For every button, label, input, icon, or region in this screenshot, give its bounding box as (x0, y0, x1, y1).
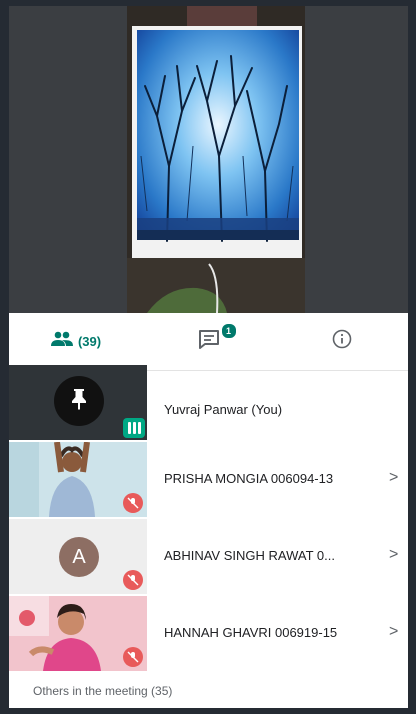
mic-muted-icon (123, 493, 143, 513)
mic-muted-icon (123, 647, 143, 667)
participant-row[interactable]: PRISHA MONGIA 006094-13 > (9, 441, 408, 518)
participant-thumbnail (9, 365, 147, 440)
side-panel-tabs: (39) 1 (9, 313, 408, 371)
meet-window: (39) 1 Yuvraj Panwar (You) PRISHA MONGIA… (9, 6, 408, 708)
screenshot-frame: (39) 1 Yuvraj Panwar (You) PRISHA MONGIA… (0, 0, 416, 714)
participant-thumbnail (9, 442, 147, 517)
participant-thumbnail: A (9, 519, 147, 594)
others-in-meeting-header: Others in the meeting (35) (33, 684, 173, 698)
mic-muted-icon (123, 570, 143, 590)
people-count: (39) (77, 334, 102, 349)
pin-icon (69, 387, 89, 416)
tab-people[interactable]: (39) (9, 313, 142, 370)
camera-feed-painting (127, 6, 305, 313)
participant-name: ABHINAV SINGH RAWAT 0... (164, 548, 335, 563)
chevron-right-icon[interactable]: > (389, 469, 398, 487)
avatar-letter: A (72, 545, 86, 568)
chat-icon-wrapper: 1 (197, 323, 237, 355)
participant-thumbnail (9, 596, 147, 671)
participant-row[interactable]: HANNAH GHAVRI 006919-15 > (9, 595, 408, 672)
main-video-stage[interactable] (9, 6, 408, 313)
tab-info[interactable] (275, 313, 408, 370)
participant-name: PRISHA MONGIA 006094-13 (164, 471, 334, 486)
chat-icon (197, 330, 221, 354)
pin-button[interactable] (54, 376, 104, 426)
participant-name: HANNAH GHAVRI 006919-15 (164, 625, 338, 640)
participant-row[interactable]: A ABHINAV SINGH RAWAT 0... > (9, 518, 408, 595)
audio-level-icon (123, 418, 145, 438)
chevron-right-icon[interactable]: > (389, 623, 398, 641)
participant-row-self[interactable]: Yuvraj Panwar (You) (9, 364, 408, 441)
painting-image (127, 6, 305, 313)
info-icon (332, 329, 352, 354)
participant-name: Yuvraj Panwar (You) (164, 402, 283, 417)
chevron-right-icon[interactable]: > (389, 546, 398, 564)
people-icon (50, 331, 74, 352)
participant-list: Yuvraj Panwar (You) PRISHA MONGIA 006094… (9, 364, 408, 672)
avatar: A (59, 537, 99, 577)
chat-unread-badge: 1 (220, 323, 237, 339)
tab-chat[interactable]: 1 (142, 313, 275, 370)
